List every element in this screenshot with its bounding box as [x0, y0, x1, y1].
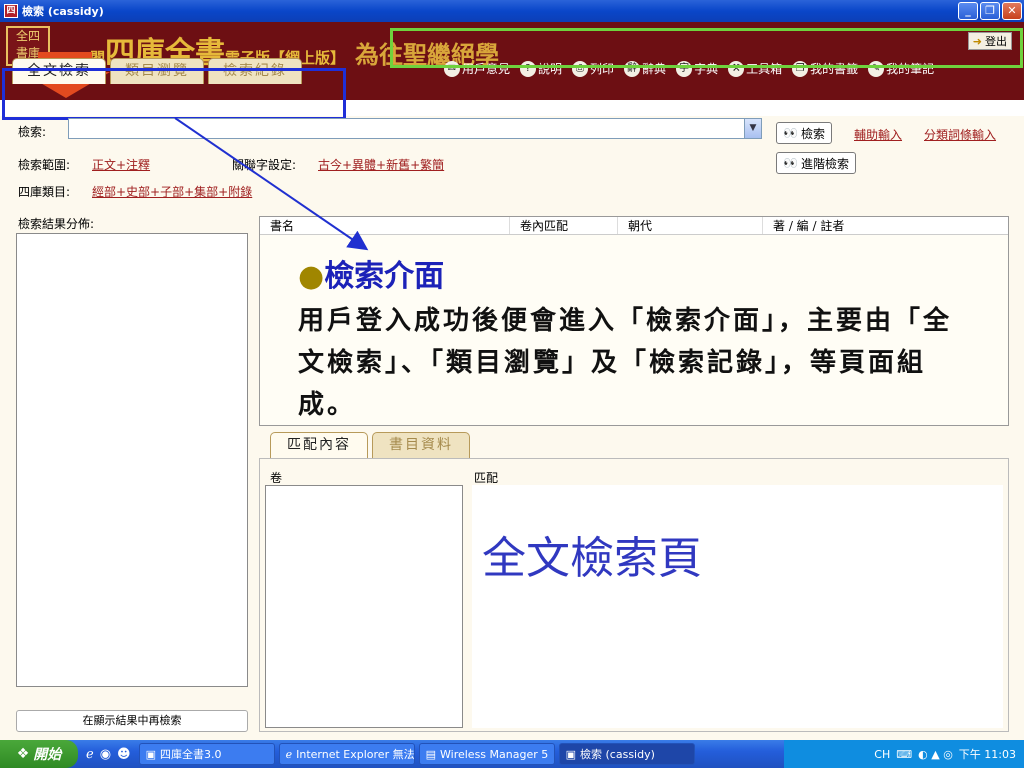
- detail-tabs: 匹配內容 書目資料: [270, 432, 470, 458]
- annotation-title-text: 檢索介面: [324, 259, 445, 294]
- assist-input-link[interactable]: 輔助輸入: [854, 126, 902, 143]
- search-button-label: 檢索: [800, 126, 825, 141]
- column-match[interactable]: 卷內匹配: [510, 217, 618, 234]
- scope-link[interactable]: 正文+注釋: [92, 156, 150, 173]
- column-dynasty[interactable]: 朝代: [618, 217, 763, 234]
- scope-label: 檢索範圍:: [18, 158, 71, 172]
- binoculars-icon: 👀: [783, 156, 798, 170]
- task-label: 檢索 (cassidy): [580, 748, 655, 761]
- start-button[interactable]: ❖ 開始: [0, 740, 78, 768]
- wireless-icon: ▤: [425, 747, 437, 761]
- task-label: Internet Explorer 無法...: [296, 748, 415, 761]
- task-siku[interactable]: ▣ 四庫全書3.0: [138, 743, 275, 765]
- minimize-button[interactable]: _: [958, 2, 978, 20]
- task-wireless[interactable]: ▤ Wireless Manager 5: [418, 743, 555, 765]
- tab-match-content[interactable]: 匹配內容: [270, 432, 368, 458]
- app-icon: ▣: [565, 747, 577, 761]
- close-button[interactable]: ✕: [1002, 2, 1022, 20]
- tab-bibliography[interactable]: 書目資料: [372, 432, 470, 458]
- refine-search-button[interactable]: 在顯示結果中再檢索: [16, 710, 248, 732]
- annotation-body: 用戶登入成功後便會進入「檢索介面」，主要由「全文檢索」、「類目瀏覽」及「檢索記錄…: [298, 306, 953, 420]
- messenger-icon[interactable]: ☻: [117, 747, 131, 762]
- maximize-button[interactable]: ❐: [980, 2, 1000, 20]
- task-search[interactable]: ▣ 檢索 (cassidy): [558, 743, 695, 765]
- category-label: 四庫類目:: [18, 185, 71, 199]
- task-label: 四庫全書3.0: [160, 748, 222, 761]
- result-distribution-panel[interactable]: [16, 233, 248, 687]
- toolbar-highlight-box: [390, 28, 1023, 68]
- windows-logo-icon: ❖: [16, 746, 30, 762]
- system-tray: CH ⌨ ◐ ▲ ◎ 下午 11:03: [784, 740, 1024, 768]
- column-title[interactable]: 書名: [260, 217, 510, 234]
- column-author[interactable]: 著 / 編 / 註者: [763, 217, 993, 234]
- search-button[interactable]: 👀 檢索: [776, 122, 832, 144]
- bullet-icon: ●: [298, 259, 325, 294]
- app-icon: 四: [4, 4, 18, 18]
- distribution-label: 檢索結果分佈:: [18, 217, 95, 231]
- task-label: Wireless Manager 5: [440, 747, 549, 761]
- task-ie[interactable]: ℯ Internet Explorer 無法...: [278, 743, 415, 765]
- classified-input-link[interactable]: 分類詞條輸入: [924, 126, 996, 143]
- taskbar: ❖ 開始 ℯ ◉ ☻ ▣ 四庫全書3.0 ℯ Internet Explorer 無法…: [0, 740, 1024, 768]
- volume-label: 卷: [270, 471, 283, 485]
- app-icon: ▣: [145, 747, 157, 761]
- tray-icons[interactable]: ◐ ▲ ◎: [918, 748, 953, 761]
- keyword-setting-link[interactable]: 古今+異體+新舊+繁簡: [318, 156, 444, 173]
- category-link[interactable]: 經部+史部+子部+集部+附錄: [92, 183, 252, 200]
- tabs-highlight-box: [2, 68, 346, 120]
- window-titlebar: 四 檢索 (cassidy) _ ❐ ✕: [0, 0, 1024, 22]
- chevron-down-icon[interactable]: ▼: [744, 119, 761, 138]
- advanced-search-button[interactable]: 👀 進階檢索: [776, 152, 856, 174]
- start-label: 開始: [33, 747, 62, 763]
- match-label: 匹配: [474, 471, 499, 485]
- media-icon[interactable]: ◉: [100, 747, 111, 762]
- window-title: 檢索 (cassidy): [22, 5, 104, 18]
- search-label: 檢索:: [18, 125, 47, 139]
- page-caption: 全文檢索頁: [482, 533, 702, 584]
- ie-icon[interactable]: ℯ: [86, 747, 94, 762]
- volume-list[interactable]: [265, 485, 463, 728]
- clock: 下午 11:03: [958, 748, 1016, 761]
- ie-icon: ℯ: [285, 747, 293, 761]
- annotation-title: ●檢索介面: [298, 251, 444, 295]
- keyword-setting-label: 關聯字設定:: [232, 158, 297, 172]
- results-header: 書名 卷內匹配 朝代 著 / 編 / 註者: [260, 217, 1008, 235]
- binoculars-icon: 👀: [783, 126, 798, 140]
- language-indicator[interactable]: CH: [874, 748, 890, 761]
- quick-launch: ℯ ◉ ☻: [86, 747, 131, 762]
- logo-line-1: 全四: [15, 29, 40, 43]
- search-input[interactable]: ▼: [68, 118, 762, 139]
- advanced-search-label: 進階檢索: [800, 156, 849, 171]
- keyboard-icon[interactable]: ⌨: [896, 748, 912, 761]
